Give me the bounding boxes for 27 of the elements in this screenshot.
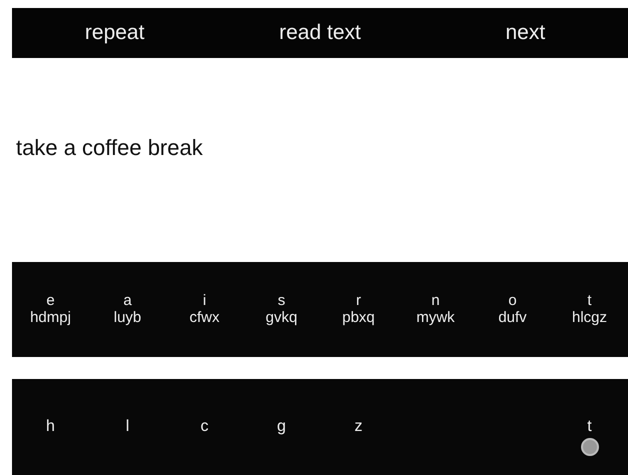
letter-key[interactable]: g	[262, 392, 302, 462]
letter-group[interactable]: dufv	[498, 310, 527, 326]
key-letter[interactable]: i	[202, 293, 206, 310]
letter-key[interactable]: h	[30, 392, 70, 462]
letter-group[interactable]: mywk	[416, 310, 455, 326]
key-letter[interactable]: t	[587, 293, 592, 310]
toolbar-button[interactable]: read text	[279, 17, 361, 49]
letter-group[interactable]: cfwx	[190, 310, 220, 326]
letter-key[interactable]: l	[108, 392, 148, 462]
letter-key[interactable]: t	[570, 392, 610, 462]
letter-key[interactable]: c	[184, 392, 224, 462]
key-letter[interactable]: a	[123, 293, 132, 310]
toolbar-button[interactable]: next	[505, 17, 546, 49]
letter-key[interactable]: z	[338, 392, 378, 462]
key-letter[interactable]: s	[278, 293, 286, 310]
letter-group[interactable]: pbxq	[342, 310, 375, 326]
key-letter[interactable]: e	[46, 293, 55, 310]
letter-group[interactable]: hdmpj	[30, 310, 71, 326]
touch-indicator-icon	[580, 438, 598, 456]
key-letter[interactable]: r	[356, 293, 361, 310]
letter-group[interactable]: hlcgz	[572, 310, 608, 326]
toolbar-button[interactable]: repeat	[84, 17, 144, 49]
key-letter[interactable]: n	[431, 293, 440, 310]
letter-group[interactable]: luyb	[114, 310, 142, 326]
phrase-text: take a coffee break	[16, 134, 203, 162]
letter-group[interactable]: gvkq	[266, 310, 298, 326]
key-letter[interactable]: o	[508, 293, 517, 310]
